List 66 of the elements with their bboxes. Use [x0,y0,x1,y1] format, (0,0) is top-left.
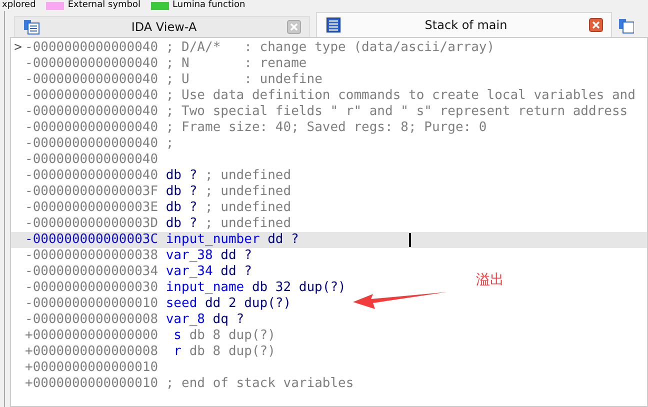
variable-name: var_34 [166,264,213,280]
stack-offset: +0000000000000010 [25,360,158,376]
stack-offset: -0000000000000034 [25,264,158,280]
code-text: dd ? [220,264,252,280]
legend-label: External symbol [68,0,141,11]
prompt-marker: > [13,40,23,56]
comment-text: ; U : undefine [166,72,322,88]
stack-offset: -0000000000000010 [25,296,158,312]
document-icon [325,17,343,33]
variable-name: var_38 [166,248,213,264]
stack-offset: -0000000000000040 [25,88,158,104]
variable-name: input_name [166,280,244,296]
stack-offset: +0000000000000000 [25,328,158,344]
stack-offset: -0000000000000040 [25,56,158,72]
stack-offset: -0000000000000038 [25,248,158,264]
text-cursor [409,233,411,247]
comment-text: ; Use data definition commands to create local variables and [166,88,636,104]
stack-offset: -0000000000000040 [25,136,158,152]
variable-name: s [172,328,182,344]
stack-offset: -000000000000003D [25,216,158,232]
stack-offset: -0000000000000030 [25,280,158,296]
stack-offset: -0000000000000040 [25,72,158,88]
tab[interactable]: IDA View-A [14,16,310,37]
comment-text: ; undefined [204,216,292,232]
code-text: db ? [166,200,198,216]
comment-text: ; Frame size: 40; Saved regs: 8; Purge: 0 [166,120,487,136]
comment-text: ; Two special fields " r" and " s" represent return address [166,104,628,120]
legend-label: Lumina function [172,0,246,11]
code-text: dd ? [220,248,252,264]
comment-text: ; undefined [204,200,292,216]
comment-text: ; end of stack variables [166,376,354,392]
stack-offset: -000000000000003C [25,232,158,248]
annotation-label: 溢出 [476,271,504,289]
stack-offset: -000000000000003E [25,200,158,216]
comment-text: ; undefined [204,184,292,200]
document-icon[interactable] [618,18,634,34]
stack-offset: -0000000000000040 [25,40,158,56]
stack-offset: +0000000000000008 [25,344,158,360]
tab[interactable]: Stack of main [316,12,612,37]
comment-text: db 8 dup(?) [189,328,276,344]
variable-name: var_8 [166,312,205,328]
stack-offset: -0000000000000008 [25,312,158,328]
stack-offset: -0000000000000040 [25,104,158,120]
close-icon[interactable] [589,18,603,32]
stack-offset: -0000000000000040 [25,168,158,184]
code-text: dd ? [268,232,299,248]
comment-text: ; [166,136,174,152]
stack-offset: -0000000000000040 [25,152,158,168]
code-text: db ? [166,168,198,184]
document-icon [23,19,41,35]
variable-name: seed [166,296,198,312]
code-text: dd 2 dup(?) [204,296,292,312]
comment-text: ; undefined [204,168,292,184]
code-text: db 32 dup(?) [252,280,346,296]
code-text: db ? [166,184,198,200]
legend-label: xplored [2,0,36,11]
stack-offset: -0000000000000040 [25,120,158,136]
comment-text: ; D/A/* : change type (data/ascii/array) [166,40,495,56]
variable-name: r [172,344,182,360]
variable-name: input_number [166,232,260,248]
stack-offset: -000000000000003F [25,184,158,200]
comment-text: db 8 dup(?) [189,344,276,360]
code-text: db ? [166,216,198,232]
comment-text: ; N : rename [166,56,307,72]
stack-offset: +0000000000000010 [25,376,158,392]
code-text: dq ? [212,312,244,328]
